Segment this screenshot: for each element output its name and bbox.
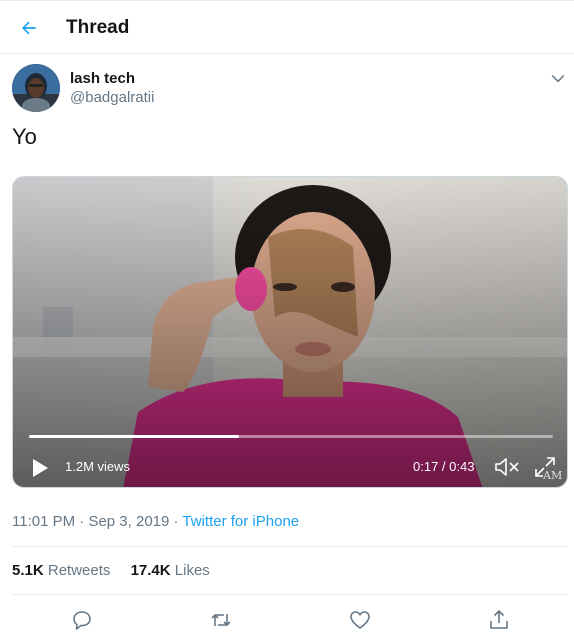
view-count: 1.2M views xyxy=(65,459,131,474)
retweets-label: Retweets xyxy=(47,562,111,579)
retweets-count: 5.1K xyxy=(12,562,44,579)
like-icon xyxy=(350,611,370,629)
reply-button[interactable] xyxy=(70,608,94,632)
chevron-down-icon xyxy=(551,74,565,83)
muted-speaker-icon xyxy=(495,458,519,476)
tweet-author: lash tech @badgalratii xyxy=(12,64,568,114)
author-display-name[interactable]: lash tech xyxy=(70,70,135,87)
tweet-action-bar xyxy=(0,604,574,636)
avatar[interactable] xyxy=(12,64,60,112)
mute-button[interactable] xyxy=(493,455,521,479)
reply-icon xyxy=(73,611,91,630)
likes-count: 17.4K xyxy=(130,562,171,579)
tweet-timestamp: 11:01 PM · Sep 3, 2019 · Twitter for iPh… xyxy=(12,513,299,530)
arrow-left-icon xyxy=(22,21,36,35)
back-button[interactable] xyxy=(14,13,44,43)
share-icon xyxy=(490,610,508,629)
more-options-button[interactable] xyxy=(548,68,568,88)
video-player[interactable]: 1.2M views 0:17 / 0:43 AM xyxy=(12,176,568,488)
tweet-date[interactable]: Sep 3, 2019 xyxy=(88,513,169,530)
divider xyxy=(12,594,568,595)
video-progress-bar[interactable] xyxy=(29,435,553,438)
like-button[interactable] xyxy=(348,608,372,632)
retweet-button[interactable] xyxy=(209,608,233,632)
play-button[interactable] xyxy=(29,457,51,479)
retweet-icon xyxy=(211,614,231,626)
divider xyxy=(12,546,568,547)
thread-header: Thread xyxy=(0,0,574,54)
page-title: Thread xyxy=(66,17,130,38)
likes-label: Likes xyxy=(174,562,210,579)
tweet-text: Yo xyxy=(12,124,37,149)
video-timecode: 0:17 / 0:43 xyxy=(413,459,475,474)
retweets-stat[interactable]: 5.1K Retweets xyxy=(12,562,110,579)
meta-separator: · xyxy=(173,513,179,530)
author-handle[interactable]: @badgalratii xyxy=(70,89,154,106)
share-button[interactable] xyxy=(487,608,511,632)
meta-separator: · xyxy=(79,513,85,530)
tweet-source-link[interactable]: Twitter for iPhone xyxy=(182,513,299,530)
likes-stat[interactable]: 17.4K Likes xyxy=(131,562,210,579)
play-icon xyxy=(33,459,48,477)
video-progress-fill xyxy=(29,435,239,438)
tweet-stats: 5.1K Retweets 17.4K Likes xyxy=(12,562,226,579)
video-watermark: AM xyxy=(543,469,563,482)
tweet-time[interactable]: 11:01 PM xyxy=(12,513,75,530)
video-frame xyxy=(13,177,567,487)
